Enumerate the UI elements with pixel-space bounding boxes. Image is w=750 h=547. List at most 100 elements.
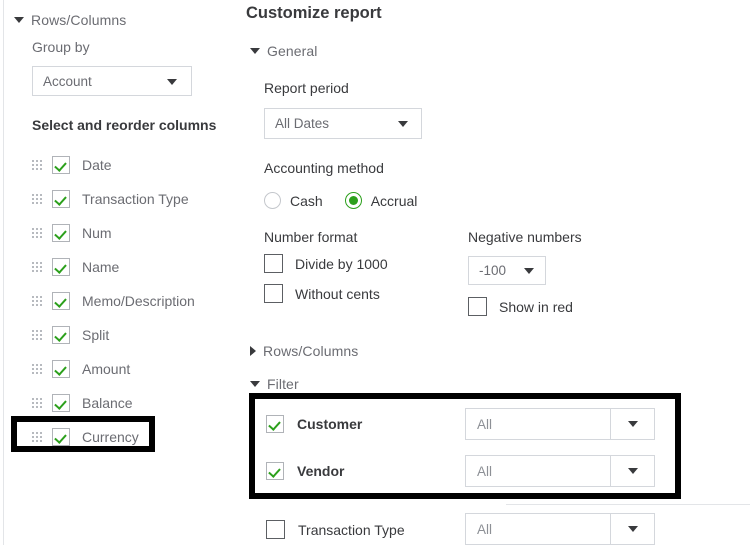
without-cents-row[interactable]: Without cents bbox=[264, 284, 380, 303]
accounting-method-label: Accounting method bbox=[264, 160, 384, 176]
number-format-label: Number format bbox=[264, 229, 357, 245]
filter-checkbox[interactable] bbox=[266, 520, 285, 539]
filter-dropdown-button[interactable] bbox=[610, 514, 654, 544]
divide-by-1000-checkbox[interactable] bbox=[264, 254, 283, 273]
customize-report-panel: Customize report General Report period A… bbox=[240, 0, 750, 545]
chevron-down-icon bbox=[628, 526, 638, 532]
page-title: Customize report bbox=[246, 4, 382, 23]
section-header-general[interactable]: General bbox=[250, 43, 318, 59]
column-checkbox[interactable] bbox=[52, 360, 70, 378]
negative-numbers-label: Negative numbers bbox=[468, 229, 582, 245]
filter-checkbox[interactable] bbox=[266, 415, 284, 433]
filter-label: Transaction Type bbox=[298, 522, 405, 538]
section-label-filter: Filter bbox=[267, 376, 299, 392]
column-label: Transaction Type bbox=[82, 191, 189, 207]
report-period-select[interactable]: All Dates bbox=[264, 108, 422, 139]
column-row[interactable]: Amount bbox=[0, 352, 240, 386]
filter-value-select[interactable]: All bbox=[465, 455, 655, 487]
column-checkbox[interactable] bbox=[52, 326, 70, 344]
negative-numbers-value: -100 bbox=[469, 263, 506, 278]
section-header-rows-columns[interactable]: Rows/Columns bbox=[250, 343, 358, 359]
chevron-down-icon bbox=[250, 48, 260, 54]
radio-accrual[interactable] bbox=[345, 192, 362, 209]
column-label: Date bbox=[82, 157, 112, 173]
customize-report-screen: Rows/Columns Group by Account Select and… bbox=[0, 0, 750, 545]
chevron-right-icon bbox=[250, 346, 256, 356]
filter-value: All bbox=[466, 417, 492, 432]
column-checkbox[interactable] bbox=[52, 428, 70, 446]
report-period-label: Report period bbox=[264, 80, 349, 96]
section-label-rows-columns: Rows/Columns bbox=[263, 343, 358, 359]
column-label: Amount bbox=[82, 361, 130, 377]
column-row[interactable]: Name bbox=[0, 250, 240, 284]
show-in-red-checkbox[interactable] bbox=[468, 297, 487, 316]
chevron-down-icon bbox=[14, 17, 24, 23]
without-cents-label: Without cents bbox=[295, 286, 380, 302]
filter-value: All bbox=[466, 464, 492, 479]
filter-label: Vendor bbox=[297, 463, 344, 479]
group-by-select[interactable]: Account bbox=[32, 66, 192, 96]
drag-handle-icon[interactable] bbox=[32, 296, 42, 306]
filter-row: Customer All bbox=[240, 408, 750, 442]
drag-handle-icon[interactable] bbox=[32, 228, 42, 238]
without-cents-checkbox[interactable] bbox=[264, 284, 283, 303]
column-checkbox[interactable] bbox=[52, 258, 70, 276]
drag-handle-icon[interactable] bbox=[32, 194, 42, 204]
drag-handle-icon[interactable] bbox=[32, 262, 42, 272]
chevron-down-icon bbox=[398, 121, 408, 127]
group-by-label: Group by bbox=[32, 39, 90, 55]
column-row[interactable]: Balance bbox=[0, 386, 240, 420]
column-label: Num bbox=[82, 225, 112, 241]
column-row[interactable]: Transaction Type bbox=[0, 182, 240, 216]
chevron-down-icon bbox=[167, 79, 177, 85]
filter-value-select[interactable]: All bbox=[465, 513, 655, 545]
filter-checkbox[interactable] bbox=[266, 462, 284, 480]
left-rows-columns-label: Rows/Columns bbox=[31, 12, 126, 28]
filter-dropdown-button[interactable] bbox=[610, 409, 654, 439]
section-header-filter[interactable]: Filter bbox=[250, 376, 299, 392]
report-period-value: All Dates bbox=[265, 116, 329, 131]
negative-numbers-select[interactable]: -100 bbox=[468, 256, 546, 285]
show-in-red-row[interactable]: Show in red bbox=[468, 297, 573, 316]
column-row[interactable]: Memo/Description bbox=[0, 284, 240, 318]
chevron-down-icon bbox=[628, 468, 638, 474]
divide-by-1000-label: Divide by 1000 bbox=[295, 256, 388, 272]
column-checkbox[interactable] bbox=[52, 156, 70, 174]
filter-dropdown-button[interactable] bbox=[610, 456, 654, 486]
left-rows-columns-header[interactable]: Rows/Columns bbox=[14, 12, 126, 28]
column-checkbox[interactable] bbox=[52, 224, 70, 242]
filter-row: Transaction Type All bbox=[240, 513, 750, 547]
filter-checkbox-group[interactable]: Transaction Type bbox=[266, 520, 405, 539]
show-in-red-label: Show in red bbox=[499, 299, 573, 315]
group-by-value: Account bbox=[33, 74, 92, 89]
radio-cash[interactable] bbox=[264, 192, 281, 209]
divide-by-1000-row[interactable]: Divide by 1000 bbox=[264, 254, 388, 273]
drag-handle-icon[interactable] bbox=[32, 398, 42, 408]
radio-accrual-label: Accrual bbox=[371, 193, 418, 209]
column-checkbox[interactable] bbox=[52, 190, 70, 208]
column-row[interactable]: Date bbox=[0, 148, 240, 182]
chevron-down-icon bbox=[250, 381, 260, 387]
filter-checkbox-group[interactable]: Vendor bbox=[266, 462, 344, 480]
column-label: Currency bbox=[82, 429, 139, 445]
column-checkbox[interactable] bbox=[52, 292, 70, 310]
column-row[interactable]: Split bbox=[0, 318, 240, 352]
column-label: Memo/Description bbox=[82, 293, 195, 309]
radio-cash-label: Cash bbox=[290, 193, 323, 209]
filter-checkbox-group[interactable]: Customer bbox=[266, 415, 362, 433]
column-row[interactable]: Currency bbox=[0, 420, 240, 454]
column-checkbox[interactable] bbox=[52, 394, 70, 412]
drag-handle-icon[interactable] bbox=[32, 160, 42, 170]
chevron-down-icon bbox=[524, 268, 534, 274]
columns-panel: Rows/Columns Group by Account Select and… bbox=[0, 0, 240, 545]
column-label: Split bbox=[82, 327, 109, 343]
drag-handle-icon[interactable] bbox=[32, 432, 42, 442]
filter-value-select[interactable]: All bbox=[465, 408, 655, 440]
column-row[interactable]: Num bbox=[0, 216, 240, 250]
drag-handle-icon[interactable] bbox=[32, 330, 42, 340]
column-list: Date Transaction Type Num Name Memo/Descript… bbox=[0, 148, 240, 454]
drag-handle-icon[interactable] bbox=[32, 364, 42, 374]
section-label-general: General bbox=[267, 43, 318, 59]
filter-value: All bbox=[466, 522, 492, 537]
select-reorder-columns-title: Select and reorder columns bbox=[32, 117, 216, 133]
